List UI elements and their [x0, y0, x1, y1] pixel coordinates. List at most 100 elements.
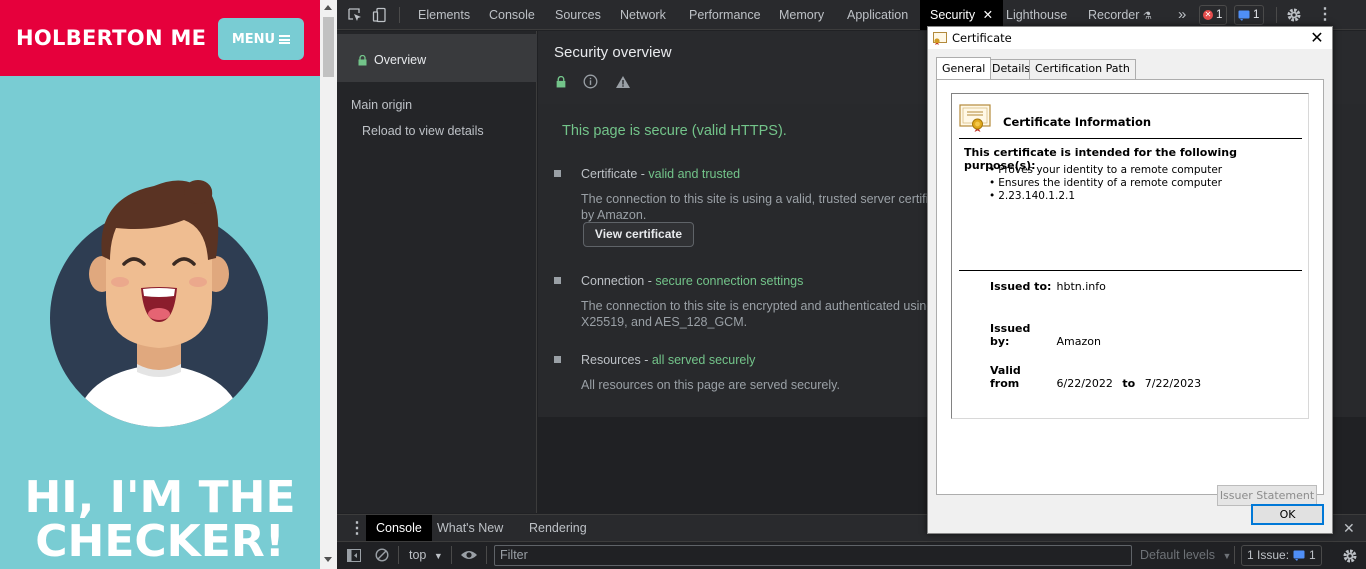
tab-general[interactable]: General — [936, 57, 992, 79]
general-tab-panel: Certificate Information This certificate… — [936, 79, 1324, 506]
resources-status: all served securely — [651, 353, 756, 367]
issued-to-label: Issued to: — [990, 280, 1052, 293]
dialog-title: Certificate — [952, 31, 1012, 45]
hero-title-line-1: HI, I'M THE — [24, 472, 296, 523]
lock-icon — [358, 55, 367, 66]
drawer-menu-icon[interactable]: ⋮ — [349, 515, 365, 542]
tab-console[interactable]: Console — [489, 0, 535, 30]
sidebar-item-overview-label: Overview — [374, 53, 427, 67]
purpose-item: 2.23.140.1.2.1 — [989, 190, 1222, 203]
scroll-up-arrow-icon[interactable] — [324, 5, 332, 10]
connection-description: The connection to this site is encrypted… — [581, 299, 945, 313]
security-title: Security overview — [554, 44, 672, 61]
log-levels-dropdown[interactable]: Default levels ▼ — [1140, 548, 1231, 562]
bullet-square — [554, 277, 561, 284]
log-levels-label: Default levels — [1140, 548, 1216, 562]
connection-description-2: X25519, and AES_128_GCM. — [581, 315, 748, 329]
certificate-label: Certificate - — [581, 167, 649, 181]
connection-label: Connection - — [581, 274, 656, 288]
secure-lock-icon — [556, 75, 566, 87]
sidebar-item-reload[interactable]: Reload to view details — [362, 124, 484, 138]
errors-badge[interactable]: ✕ 1 — [1199, 5, 1228, 25]
tab-sources[interactable]: Sources — [555, 0, 601, 30]
valid-to-label: to — [1122, 377, 1136, 390]
device-toolbar-icon[interactable] — [372, 7, 388, 23]
inspect-element-icon[interactable] — [347, 7, 363, 23]
certificate-info-title: Certificate Information — [1003, 115, 1152, 129]
settings-gear-icon[interactable] — [1286, 7, 1302, 23]
dropdown-arrow-icon: ▼ — [1222, 551, 1232, 561]
tab-memory[interactable]: Memory — [779, 0, 824, 30]
connection-status: secure connection settings — [655, 274, 804, 288]
site-header: HOLBERTON ME MENU — [0, 0, 320, 76]
menu-label: MENU — [231, 31, 276, 47]
close-drawer-icon[interactable]: ✕ — [1343, 515, 1355, 542]
message-icon — [1238, 10, 1250, 21]
view-certificate-button[interactable]: View certificate — [583, 222, 694, 247]
hero-title: HI, I'M THE CHECKER! — [0, 476, 320, 564]
console-settings-gear-icon[interactable] — [1342, 548, 1358, 564]
validity-row: Valid from 6/22/2022 to 7/22/2023 — [990, 364, 1201, 390]
drawer-tab-whats-new[interactable]: What's New — [437, 515, 503, 542]
divider — [959, 270, 1302, 271]
avatar-illustration — [50, 180, 268, 427]
certificate-status: valid and trusted — [648, 167, 741, 181]
flask-icon: ⚗ — [1142, 11, 1152, 22]
issued-by-value: Amazon — [1056, 335, 1101, 348]
sidebar-toggle-icon[interactable] — [347, 549, 361, 562]
tab-performance[interactable]: Performance — [689, 0, 761, 30]
issues-badge[interactable]: 1 — [1234, 5, 1265, 25]
hero-title-line-2: CHECKER! — [35, 516, 285, 567]
issued-to-value: hbtn.info — [1056, 280, 1106, 293]
certificate-small-icon — [933, 32, 947, 45]
console-filter-input[interactable]: Filter — [494, 545, 1132, 566]
warning-icon — [616, 75, 630, 88]
certificate-description: The connection to this site is using a v… — [581, 192, 946, 206]
bullet-square — [554, 170, 561, 177]
tab-elements[interactable]: Elements — [418, 0, 470, 30]
certificate-info-box: Certificate Information This certificate… — [951, 93, 1309, 419]
sidebar-item-overview[interactable]: Overview — [337, 34, 537, 82]
clear-console-icon[interactable] — [375, 548, 389, 562]
issues-counter[interactable]: 1 Issue: 1 — [1241, 545, 1322, 566]
dialog-close-icon[interactable]: ✕ — [1308, 29, 1326, 47]
secure-summary-text: This page is secure (valid HTTPS). — [562, 123, 787, 139]
certificate-icon — [959, 104, 991, 132]
tab-certification-path[interactable]: Certification Path — [1029, 59, 1136, 79]
issue-count: 1 — [1253, 9, 1260, 21]
tab-recorder-label: Recorder — [1088, 8, 1140, 22]
sidebar-main-origin-heading: Main origin — [351, 98, 413, 112]
issued-to-row: Issued to: hbtn.info — [990, 280, 1106, 293]
info-icon — [583, 74, 598, 89]
page-scrollbar[interactable] — [320, 0, 337, 569]
certificate-dialog: Certificate ✕ General Details Certificat… — [927, 26, 1333, 534]
certificate-description-2: by Amazon. — [581, 208, 647, 222]
security-state-icons — [556, 74, 631, 89]
live-expression-eye-icon[interactable] — [460, 549, 478, 561]
tab-network[interactable]: Network — [620, 0, 666, 30]
error-count: 1 — [1216, 9, 1223, 21]
tab-security-label: Security — [930, 8, 976, 22]
issuer-statement-button[interactable]: Issuer Statement — [1217, 485, 1317, 506]
site-logo[interactable]: HOLBERTON ME — [16, 26, 206, 50]
purpose-list: Proves your identity to a remote compute… — [989, 164, 1222, 203]
hamburger-icon — [279, 34, 291, 44]
drawer-tab-console[interactable]: Console — [366, 515, 432, 542]
context-value: top — [409, 548, 427, 562]
scroll-down-arrow-icon[interactable] — [324, 557, 332, 562]
issued-by-label: Issued by: — [990, 322, 1031, 348]
security-sidebar: Overview Main origin Reload to view deta… — [337, 31, 537, 513]
resources-description: All resources on this page are served se… — [581, 378, 840, 392]
drawer-tab-rendering[interactable]: Rendering — [529, 515, 587, 542]
context-selector[interactable]: top ▼ — [409, 548, 443, 562]
tab-application[interactable]: Application — [847, 0, 908, 30]
scrollbar-thumb[interactable] — [323, 17, 334, 77]
website-viewport: HOLBERTON ME MENU HI, I'M THE CHECKER! — [0, 0, 320, 569]
bullet-square — [554, 356, 561, 363]
ok-button[interactable]: OK — [1251, 504, 1324, 525]
close-tab-icon[interactable]: ✕ — [983, 8, 993, 22]
menu-button[interactable]: MENU — [218, 18, 304, 60]
purpose-item: Ensures the identity of a remote compute… — [989, 177, 1222, 190]
valid-from-label: Valid from — [990, 364, 1021, 390]
console-toolbar: top ▼ Filter Default levels ▼ 1 Issue: 1 — [337, 541, 1366, 569]
